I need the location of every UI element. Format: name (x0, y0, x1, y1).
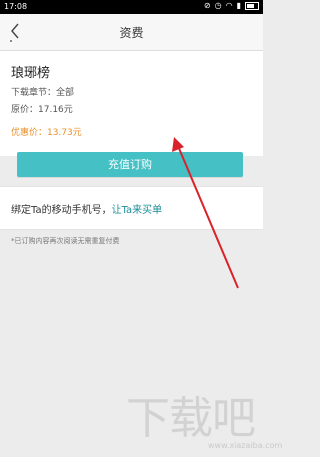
page-title: 资费 (119, 26, 144, 40)
watermark-logo: 下载吧 (126, 393, 256, 444)
battery-icon (245, 1, 259, 10)
product-card: 琅琊榜 下载章节：全部 原价：17.16元 优惠价：13.73元 (0, 51, 263, 156)
recharge-subscribe-button[interactable]: 充值订购 (17, 152, 243, 177)
nav-bar: 资费 (0, 14, 263, 51)
let-ta-pay-link[interactable]: 让Ta来买单 (112, 205, 163, 216)
book-title: 琅琊榜 (11, 66, 51, 81)
watermark-url: www.xiazaiba.com (208, 441, 283, 450)
bind-phone-text: 绑定Ta的移动手机号，让Ta来买单 (11, 201, 162, 216)
alarm-icon: ◷ (214, 1, 222, 10)
bind-phone-prefix: 绑定Ta的移动手机号， (11, 205, 112, 216)
subscription-note: *已订购内容再次阅读无需重复付费 (11, 237, 120, 245)
status-icons: ⊘ ◷ ◠ ▮ (204, 1, 259, 10)
status-bar: 17:08 ⊘ ◷ ◠ ▮ (0, 0, 263, 14)
discount-price: 优惠价：13.73元 (11, 128, 82, 138)
mute-icon: ⊘ (203, 1, 211, 10)
signal-icon: ▮ (236, 1, 241, 10)
wifi-icon: ◠ (225, 1, 233, 10)
original-price: 原价：17.16元 (11, 105, 73, 115)
status-time: 17:08 (4, 2, 28, 11)
chapter-info: 下载章节：全部 (11, 88, 75, 98)
bind-phone-row[interactable]: 绑定Ta的移动手机号，让Ta来买单 (0, 186, 263, 230)
